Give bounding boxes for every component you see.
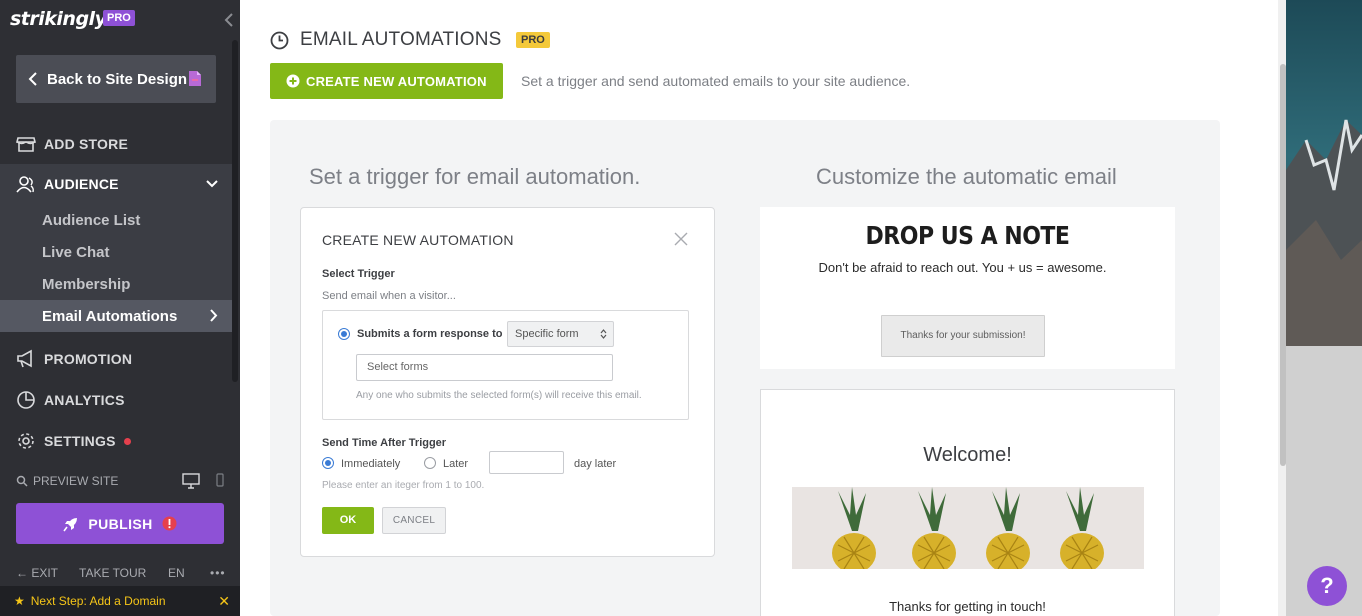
radio-form-response[interactable]: [338, 328, 350, 340]
main-content: EMAIL AUTOMATIONS PRO CREATE NEW AUTOMAT…: [240, 0, 1286, 616]
sub-label: Email Automations: [42, 308, 178, 325]
days-input[interactable]: [489, 451, 564, 474]
later-label: Later: [443, 458, 469, 470]
star-icon: ★: [14, 594, 25, 608]
publish-button[interactable]: PUBLISH: [16, 503, 224, 544]
mobile-icon[interactable]: [216, 473, 224, 487]
radio-immediately[interactable]: [322, 457, 334, 469]
search-icon: [16, 475, 28, 487]
gear-icon: [18, 433, 34, 449]
nav-label: ADD STORE: [44, 136, 128, 152]
preview-site-link[interactable]: PREVIEW SITE: [33, 474, 118, 488]
drop-note-title: DROP US A NOTE: [865, 222, 1070, 251]
nav-label: AUDIENCE: [44, 176, 119, 192]
back-to-site-design-button[interactable]: Back to Site Design: [16, 55, 216, 103]
megaphone-icon: [17, 349, 32, 368]
cancel-button[interactable]: CANCEL: [382, 507, 446, 534]
trigger-heading: Set a trigger for email automation.: [309, 164, 641, 189]
chevron-left-icon: [28, 72, 37, 86]
radio-later[interactable]: [424, 457, 436, 469]
help-button[interactable]: ?: [1307, 566, 1347, 606]
ok-button[interactable]: OK: [322, 507, 374, 534]
page-title-text: EMAIL AUTOMATIONS: [300, 29, 502, 50]
create-automation-dialog: CREATE NEW AUTOMATION Select Trigger Sen…: [300, 207, 715, 557]
take-tour-link[interactable]: TAKE TOUR: [79, 566, 146, 580]
rocket-icon: [63, 517, 78, 531]
nav-analytics[interactable]: ANALYTICS: [0, 380, 232, 420]
more-menu[interactable]: •••: [210, 566, 226, 580]
exit-link[interactable]: ← EXIT: [16, 566, 58, 580]
desktop-icon[interactable]: [182, 473, 200, 489]
page-title: EMAIL AUTOMATIONS: [270, 29, 502, 51]
site-page-icon: [189, 71, 201, 86]
plus-circle-icon: [286, 74, 300, 88]
select-trigger-label: Select Trigger: [322, 268, 395, 280]
send-when-label: Send email when a visitor...: [322, 290, 456, 302]
strikingly-logo[interactable]: strikingly: [10, 8, 107, 30]
pro-badge: PRO: [103, 10, 135, 26]
nav-label: PROMOTION: [44, 351, 133, 367]
sub-membership[interactable]: Membership: [42, 276, 130, 293]
sub-audience-list[interactable]: Audience List: [42, 212, 140, 229]
mountain-background-image: [1286, 0, 1362, 346]
forms-hint: Any one who submits the selected form(s)…: [356, 390, 642, 401]
immediately-label: Immediately: [341, 458, 401, 470]
clock-icon: [270, 31, 289, 49]
chevron-right-icon: [210, 309, 218, 322]
store-icon: [16, 137, 36, 152]
pineapples-image: [792, 487, 1144, 569]
bottom-links: ← EXIT TAKE TOUR EN •••: [16, 564, 232, 580]
nav-audience[interactable]: AUDIENCE: [0, 164, 232, 204]
select-forms-input[interactable]: Select forms: [356, 354, 613, 381]
dialog-title: CREATE NEW AUTOMATION: [322, 232, 514, 248]
close-icon[interactable]: [673, 231, 689, 247]
alert-icon: [162, 516, 177, 531]
page-subtitle: Set a trigger and send automated emails …: [521, 73, 911, 89]
day-later-label: day later: [574, 458, 617, 470]
form-type-select[interactable]: Specific form: [507, 321, 614, 347]
sidebar-scrollbar[interactable]: [232, 40, 238, 382]
audience-icon: [16, 176, 34, 193]
next-step-label: Next Step: Add a Domain: [30, 594, 166, 608]
nav-settings[interactable]: SETTINGS: [0, 421, 232, 461]
email-preview-welcome[interactable]: Welcome! Thanks for getting in touch!: [760, 389, 1175, 616]
trigger-option-box: Submits a form response to Specific form…: [322, 310, 689, 420]
notification-dot: [123, 437, 131, 445]
form-type-value: Specific form: [515, 328, 579, 340]
nav-add-store[interactable]: ADD STORE: [0, 124, 232, 164]
pie-chart-icon: [17, 391, 35, 409]
email-preview-drop-note[interactable]: DROP US A NOTE Don't be afraid to reach …: [760, 207, 1175, 369]
chevron-down-icon: [206, 180, 218, 188]
submission-thanks-button: Thanks for your submission!: [881, 315, 1045, 357]
close-icon[interactable]: ✕: [218, 593, 230, 610]
nav-promotion[interactable]: PROMOTION: [0, 339, 232, 379]
create-new-automation-button[interactable]: CREATE NEW AUTOMATION: [270, 63, 503, 99]
select-arrows-icon: [600, 329, 607, 339]
welcome-text: Thanks for getting in touch!: [889, 599, 1046, 614]
welcome-title: Welcome!: [923, 444, 1012, 466]
exit-label: EXIT: [31, 566, 59, 580]
sidebar: strikingly PRO Back to Site Design ADD S…: [0, 0, 240, 616]
preview-site-row: PREVIEW SITE: [16, 472, 226, 490]
sub-live-chat[interactable]: Live Chat: [42, 244, 110, 261]
customize-heading: Customize the automatic email: [816, 164, 1117, 189]
nav-label: SETTINGS: [44, 433, 116, 449]
drop-note-text: Don't be afraid to reach out. You + us =…: [818, 260, 1107, 275]
pro-badge: PRO: [516, 32, 550, 48]
next-step-banner[interactable]: ★ Next Step: Add a Domain ✕: [0, 586, 240, 616]
form-response-label: Submits a form response to: [357, 328, 503, 340]
back-button-label: Back to Site Design: [47, 70, 188, 88]
send-time-label: Send Time After Trigger: [322, 437, 447, 449]
integer-hint: Please enter an iteger from 1 to 100.: [322, 480, 485, 491]
create-button-label: CREATE NEW AUTOMATION: [306, 73, 487, 89]
collapse-sidebar-icon[interactable]: [224, 12, 234, 28]
sub-email-automations[interactable]: Email Automations: [0, 300, 232, 332]
publish-label: PUBLISH: [88, 515, 153, 532]
language-link[interactable]: EN: [168, 566, 185, 580]
nav-label: ANALYTICS: [44, 392, 125, 408]
